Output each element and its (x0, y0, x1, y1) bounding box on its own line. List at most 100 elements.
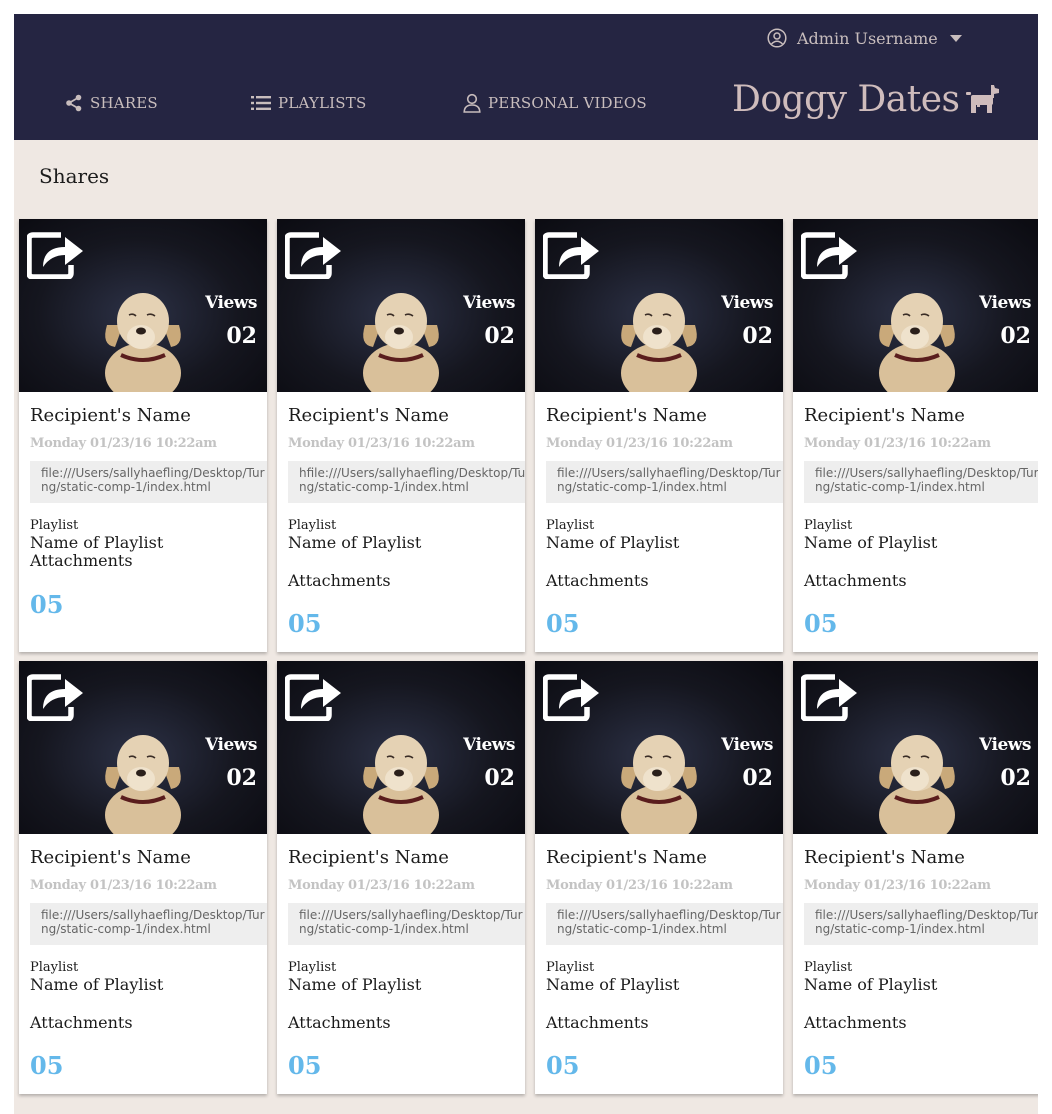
user-menu-dropdown[interactable]: Admin Username (767, 26, 962, 50)
attachments-label: Attachments (804, 1013, 907, 1032)
brand-logo[interactable]: Doggy Dates (732, 76, 1001, 122)
playlist-label: Playlist (30, 960, 79, 975)
attachments-count[interactable]: 05 (30, 590, 63, 619)
playlist-label: Playlist (804, 518, 853, 533)
dog-photo (363, 735, 439, 834)
views-label: Views (205, 735, 257, 755)
share-nodes-icon (66, 94, 82, 112)
share-card[interactable]: Views 02 Recipient's Name Monday 01/23/1… (535, 661, 783, 1094)
share-card[interactable]: Views 02 Recipient's Name Monday 01/23/1… (277, 219, 525, 652)
playlist-name[interactable]: Name of Playlist (804, 533, 937, 552)
username-label: Admin Username (797, 28, 938, 48)
share-icon[interactable] (27, 227, 85, 279)
share-link-field[interactable]: file:///Users/sallyhaefling/Desktop/Tur … (804, 903, 1038, 945)
views-label: Views (463, 735, 515, 755)
share-icon[interactable] (285, 669, 343, 721)
share-card[interactable]: Views 02 Recipient's Name Monday 01/23/1… (535, 219, 783, 652)
dog-photo (621, 735, 697, 834)
playlist-name[interactable]: Name of Playlist (288, 533, 421, 552)
attachments-label: Attachments (546, 571, 649, 590)
user-outline-icon (463, 93, 481, 113)
share-icon[interactable] (543, 669, 601, 721)
recipient-name: Recipient's Name (546, 847, 707, 868)
nav-shares-label: SHARES (90, 94, 158, 112)
playlist-name[interactable]: Name of Playlist (30, 533, 163, 552)
attachments-count[interactable]: 05 (804, 609, 837, 638)
share-link-line-1: file:///Users/sallyhaefling/Desktop/Tur (299, 908, 523, 922)
app-frame: Admin Username SHARES PLAYLISTS PERSONAL… (14, 14, 1038, 1114)
share-link-line-2: ng/static-comp-1/index.html (557, 922, 727, 936)
nav-playlists-label: PLAYLISTS (278, 94, 367, 112)
nav-personal-videos[interactable]: PERSONAL VIDEOS (463, 92, 647, 114)
attachments-label: Attachments (804, 571, 907, 590)
views-count: 02 (742, 765, 773, 791)
share-link-line-2: ng/static-comp-1/index.html (815, 480, 985, 494)
nav-shares[interactable]: SHARES (65, 92, 158, 114)
share-link-field[interactable]: file:///Users/sallyhaefling/Desktop/Tur … (30, 903, 267, 945)
share-link-line-2: ng/static-comp-1/index.html (815, 922, 985, 936)
video-thumbnail[interactable]: Views 02 (535, 661, 783, 834)
share-date: Monday 01/23/16 10:22am (804, 878, 991, 893)
share-card[interactable]: Views 02 Recipient's Name Monday 01/23/1… (277, 661, 525, 1094)
dog-photo (105, 735, 181, 834)
share-icon[interactable] (27, 669, 85, 721)
share-link-field[interactable]: file:///Users/sallyhaefling/Desktop/Tur … (546, 903, 783, 945)
share-link-line-2: ng/static-comp-1/index.html (41, 480, 211, 494)
views-count: 02 (1000, 765, 1031, 791)
dog-photo (879, 735, 955, 834)
attachments-count[interactable]: 05 (804, 1051, 837, 1080)
playlist-name[interactable]: Name of Playlist (288, 975, 421, 994)
share-icon[interactable] (543, 227, 601, 279)
share-icon[interactable] (801, 669, 859, 721)
video-thumbnail[interactable]: Views 02 (793, 219, 1038, 392)
share-date: Monday 01/23/16 10:22am (546, 436, 733, 451)
share-link-field[interactable]: file:///Users/sallyhaefling/Desktop/Tur … (546, 461, 783, 503)
share-link-line-1: file:///Users/sallyhaefling/Desktop/Tur (815, 466, 1038, 480)
share-link-line-1: file:///Users/sallyhaefling/Desktop/Tur (557, 466, 781, 480)
share-card[interactable]: Views 02 Recipient's Name Monday 01/23/1… (19, 219, 267, 652)
share-link-line-2: ng/static-comp-1/index.html (299, 922, 469, 936)
playlist-label: Playlist (546, 960, 595, 975)
share-date: Monday 01/23/16 10:22am (30, 436, 217, 451)
playlist-name[interactable]: Name of Playlist (30, 975, 163, 994)
share-link-field[interactable]: hfile:///Users/sallyhaefling/Desktop/Tur… (288, 461, 525, 503)
video-thumbnail[interactable]: Views 02 (793, 661, 1038, 834)
share-card[interactable]: Views 02 Recipient's Name Monday 01/23/1… (793, 661, 1038, 1094)
share-date: Monday 01/23/16 10:22am (288, 436, 475, 451)
video-thumbnail[interactable]: Views 02 (277, 661, 525, 834)
recipient-name: Recipient's Name (804, 405, 965, 426)
share-link-field[interactable]: file:///Users/sallyhaefling/Desktop/Tur … (288, 903, 525, 945)
views-label: Views (721, 735, 773, 755)
video-thumbnail[interactable]: Views 02 (535, 219, 783, 392)
share-date: Monday 01/23/16 10:22am (288, 878, 475, 893)
attachments-count[interactable]: 05 (546, 1051, 579, 1080)
playlist-name[interactable]: Name of Playlist (546, 533, 679, 552)
share-link-field[interactable]: file:///Users/sallyhaefling/Desktop/Tur … (30, 461, 267, 503)
video-thumbnail[interactable]: Views 02 (19, 661, 267, 834)
views-count: 02 (226, 765, 257, 791)
share-icon[interactable] (801, 227, 859, 279)
attachments-label: Attachments (546, 1013, 649, 1032)
attachments-count[interactable]: 05 (30, 1051, 63, 1080)
playlist-name[interactable]: Name of Playlist (804, 975, 937, 994)
attachments-count[interactable]: 05 (288, 1051, 321, 1080)
recipient-name: Recipient's Name (288, 847, 449, 868)
recipient-name: Recipient's Name (30, 405, 191, 426)
recipient-name: Recipient's Name (546, 405, 707, 426)
video-thumbnail[interactable]: Views 02 (277, 219, 525, 392)
attachments-label: Attachments (288, 571, 391, 590)
attachments-count[interactable]: 05 (546, 609, 579, 638)
video-thumbnail[interactable]: Views 02 (19, 219, 267, 392)
nav-playlists[interactable]: PLAYLISTS (251, 92, 366, 114)
share-card[interactable]: Views 02 Recipient's Name Monday 01/23/1… (793, 219, 1038, 652)
share-card[interactable]: Views 02 Recipient's Name Monday 01/23/1… (19, 661, 267, 1094)
attachments-count[interactable]: 05 (288, 609, 321, 638)
list-icon (251, 96, 271, 110)
share-link-line-2: ng/static-comp-1/index.html (557, 480, 727, 494)
playlist-name[interactable]: Name of Playlist (546, 975, 679, 994)
attachments-label: Attachments (30, 551, 133, 570)
user-circle-icon (767, 28, 787, 48)
share-icon[interactable] (285, 227, 343, 279)
share-link-field[interactable]: file:///Users/sallyhaefling/Desktop/Tur … (804, 461, 1038, 503)
dog-photo (363, 293, 439, 392)
